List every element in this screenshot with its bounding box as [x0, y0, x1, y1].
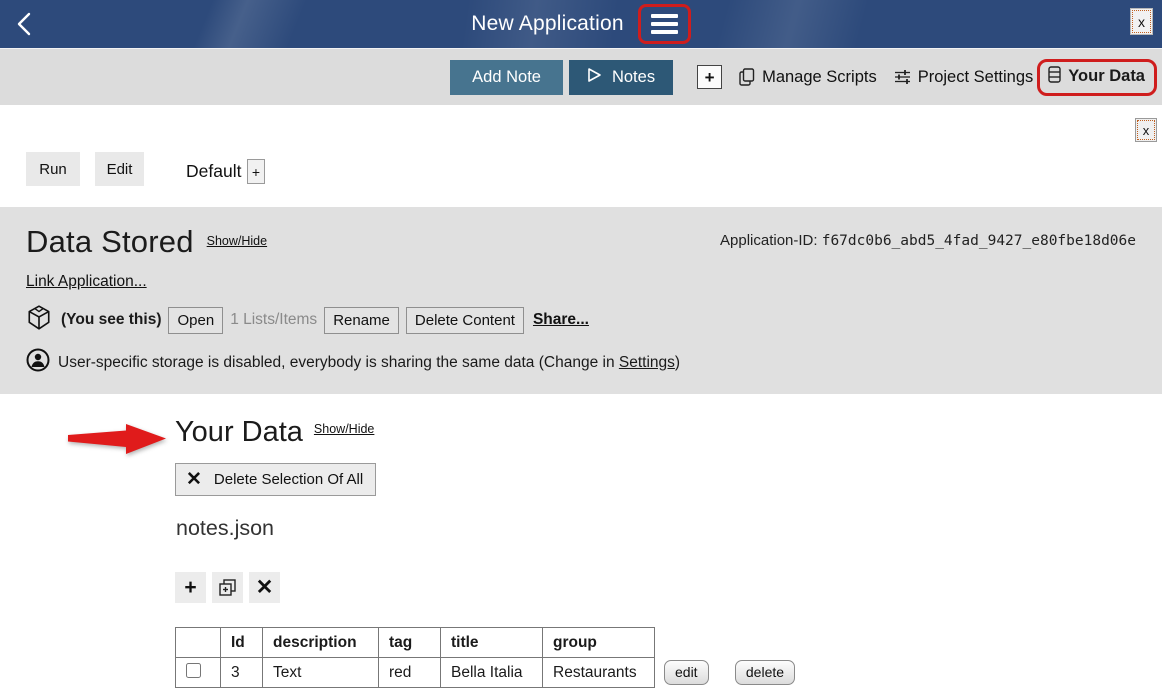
- window-close-button[interactable]: x: [1130, 8, 1153, 35]
- add-profile-button[interactable]: +: [247, 159, 265, 184]
- storage-note: User-specific storage is disabled, every…: [26, 348, 1136, 377]
- delete-content-button[interactable]: Delete Content: [406, 307, 524, 334]
- delete-row-button[interactable]: ✕: [249, 572, 280, 603]
- header-checkbox-col: [176, 628, 221, 658]
- add-note-button[interactable]: Add Note: [450, 60, 563, 95]
- rename-button[interactable]: Rename: [324, 307, 399, 334]
- sliders-icon: [894, 69, 911, 85]
- add-tab-button[interactable]: +: [697, 65, 722, 89]
- your-data-showhide-link[interactable]: Show/Hide: [314, 422, 374, 436]
- data-table: Id description tag title group 3 Text re…: [175, 627, 796, 688]
- toolbar: Add Note Notes + Manage Scripts Project …: [0, 48, 1162, 105]
- scope-label: (You see this): [61, 311, 161, 329]
- red-arrow-annotation: [68, 422, 168, 461]
- cell-title: Bella Italia: [441, 658, 543, 688]
- scripts-copy-icon: [739, 68, 755, 86]
- header-group: group: [543, 628, 655, 658]
- cell-description: Text: [263, 658, 379, 688]
- edit-button[interactable]: Edit: [95, 152, 144, 186]
- cell-id: 3: [221, 658, 263, 688]
- project-settings-label: Project Settings: [918, 68, 1034, 87]
- run-button[interactable]: Run: [26, 152, 80, 186]
- settings-link[interactable]: Settings: [619, 354, 675, 371]
- data-stored-panel: Data Stored Show/Hide Application-ID: f6…: [0, 207, 1162, 394]
- profile-label: Default: [186, 161, 241, 182]
- delete-row-action-button[interactable]: delete: [735, 660, 795, 685]
- notes-button[interactable]: Notes: [569, 60, 673, 95]
- header-id: Id: [221, 628, 263, 658]
- user-icon: [26, 348, 50, 377]
- application-id-value: f67dc0b6_abd5_4fad_9427_e80fbe18d06e: [822, 233, 1136, 249]
- notes-button-label: Notes: [612, 68, 655, 87]
- data-stored-title: Data Stored: [26, 225, 194, 259]
- data-stored-showhide-link[interactable]: Show/Hide: [207, 234, 267, 248]
- share-link[interactable]: Share...: [533, 311, 589, 329]
- panel-close-button[interactable]: x: [1135, 118, 1157, 142]
- your-data-title: Your Data: [175, 416, 303, 449]
- dataset-file-name: notes.json: [176, 516, 274, 541]
- list-toolbar: + ✕: [175, 572, 280, 603]
- manage-scripts-button[interactable]: Manage Scripts: [739, 68, 877, 87]
- application-id-label: Application-ID:: [720, 232, 818, 249]
- edit-row-button[interactable]: edit: [664, 660, 709, 685]
- row-actions: edit delete: [655, 658, 796, 688]
- your-data-label: Your Data: [1068, 67, 1145, 86]
- database-icon: [1048, 66, 1061, 88]
- application-id: Application-ID: f67dc0b6_abd5_4fad_9427_…: [720, 232, 1136, 249]
- link-application-link[interactable]: Link Application...: [26, 273, 147, 291]
- header-title: title: [441, 628, 543, 658]
- manage-scripts-label: Manage Scripts: [762, 68, 877, 87]
- storage-note-text: User-specific storage is disabled, every…: [58, 354, 680, 372]
- app-window: New Application x Add Note Notes + Manag…: [0, 0, 1162, 692]
- your-data-button[interactable]: Your Data: [1037, 59, 1157, 96]
- row-checkbox[interactable]: [186, 663, 201, 678]
- top-bar: New Application x: [0, 0, 1162, 48]
- open-button[interactable]: Open: [168, 307, 223, 334]
- row-checkbox-cell: [176, 658, 221, 688]
- your-data-section: Your Data Show/Hide ✕ Delete Selection O…: [0, 394, 1162, 692]
- header-actions-col: [655, 628, 796, 658]
- cell-group: Restaurants: [543, 658, 655, 688]
- play-icon: [587, 67, 602, 88]
- page-title: New Application: [471, 12, 623, 36]
- cell-tag: red: [379, 658, 441, 688]
- project-settings-button[interactable]: Project Settings: [894, 68, 1034, 87]
- lists-items-count: 1 Lists/Items: [230, 311, 317, 329]
- delete-x-icon: ✕: [186, 470, 202, 489]
- run-bar: x Run Edit Default +: [0, 105, 1162, 207]
- add-row-button[interactable]: +: [175, 572, 206, 603]
- table-header-row: Id description tag title group: [176, 628, 796, 658]
- title-group: New Application: [0, 0, 1162, 48]
- delete-selection-label: Delete Selection Of All: [214, 471, 363, 488]
- duplicate-row-button[interactable]: [212, 572, 243, 603]
- delete-selection-button[interactable]: ✕ Delete Selection Of All: [175, 463, 376, 496]
- hamburger-menu-icon[interactable]: [651, 14, 678, 34]
- annotation-box-menu: [638, 4, 691, 44]
- cube-icon: [26, 304, 52, 336]
- header-description: description: [263, 628, 379, 658]
- table-row: 3 Text red Bella Italia Restaurants edit…: [176, 658, 796, 688]
- header-tag: tag: [379, 628, 441, 658]
